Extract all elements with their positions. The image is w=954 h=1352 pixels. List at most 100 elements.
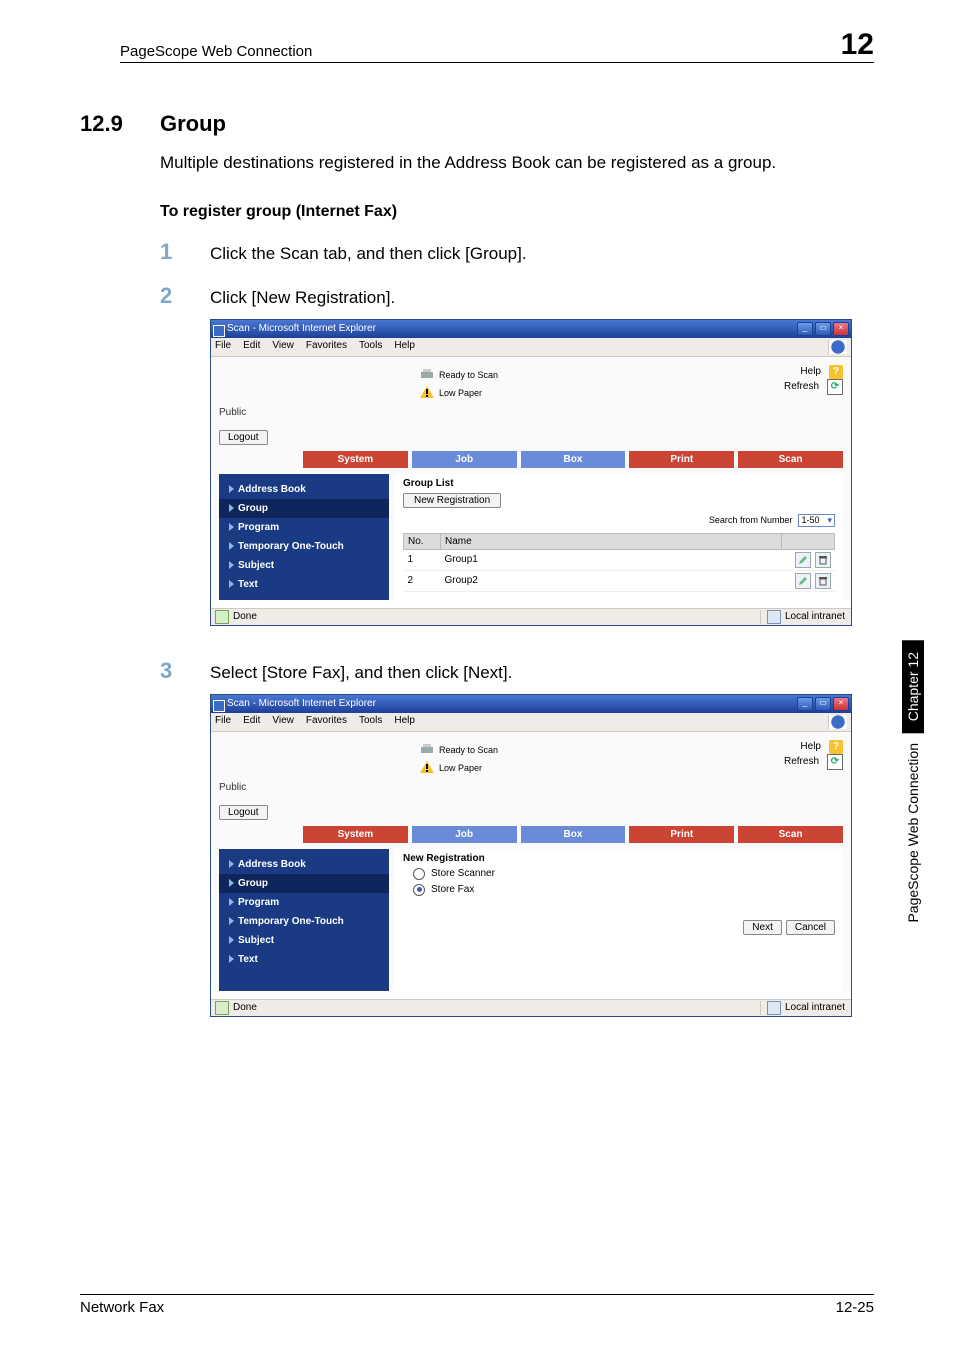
search-range-value: 1-50 [801,515,819,525]
sidebar-item-program[interactable]: Program [219,518,389,537]
ie-window-new-registration: Scan - Microsoft Internet Explorer _ ▭ ×… [210,694,852,1017]
tab-job[interactable]: Job [412,451,517,468]
minimize-button[interactable]: _ [797,697,813,711]
menu-edit[interactable]: Edit [243,715,260,729]
refresh-icon[interactable]: ⟳ [827,379,843,395]
low-paper-icon [419,385,435,401]
logout-button[interactable]: Logout [219,430,268,445]
status-done: Done [233,1002,760,1013]
zone-icon [767,1001,781,1015]
menu-view[interactable]: View [272,340,294,354]
mode-label: Public [219,407,246,418]
sidebar-item-subject[interactable]: Subject [219,931,389,950]
delete-icon[interactable] [815,573,831,589]
tab-job[interactable]: Job [412,826,517,843]
search-range-select[interactable]: 1-50 ▾ [798,514,835,527]
triangle-icon [229,936,234,944]
menu-tools[interactable]: Tools [359,340,382,354]
menu-help[interactable]: Help [394,340,415,354]
minimize-button[interactable]: _ [797,322,813,336]
cell-no: 2 [404,570,441,591]
sidebar-item-text[interactable]: Text [219,575,389,594]
status-zone: Local intranet [785,611,845,622]
printer-icon [419,742,435,758]
maximize-button[interactable]: ▭ [815,697,831,711]
tab-system[interactable]: System [303,826,408,843]
status-ready: Ready to Scan [439,370,498,380]
triangle-icon [229,917,234,925]
option-store-scanner[interactable]: Store Scanner [413,868,835,880]
cancel-button[interactable]: Cancel [786,920,835,935]
menu-favorites[interactable]: Favorites [306,340,347,354]
running-header: PageScope Web Connection [120,43,841,60]
close-button[interactable]: × [833,322,849,336]
close-button[interactable]: × [833,697,849,711]
sidebar-item-temporary-one-touch[interactable]: Temporary One-Touch [219,912,389,931]
group-table: No. Name 1 Group1 [403,533,835,592]
refresh-link[interactable]: Refresh [784,755,819,769]
help-link[interactable]: Help [800,740,821,754]
side-text: PageScope Web Connection [902,733,924,933]
sidebar-item-subject[interactable]: Subject [219,556,389,575]
refresh-link[interactable]: Refresh [784,380,819,394]
tab-system[interactable]: System [303,451,408,468]
col-name: Name [441,533,782,549]
sidebar-item-group[interactable]: Group [219,499,389,518]
sidebar-label-text: Text [238,954,258,965]
status-low-paper: Low Paper [439,388,482,398]
menu-file[interactable]: File [215,340,231,354]
help-link[interactable]: Help [800,365,821,379]
side-tab: Chapter 12 PageScope Web Connection [902,640,926,1200]
next-button[interactable]: Next [743,920,782,935]
triangle-icon [229,561,234,569]
page-status-icon [215,610,229,624]
table-row: 1 Group1 [404,549,835,570]
sidebar: Address Book Group Program Temporary One… [219,849,389,991]
triangle-icon [229,898,234,906]
menu-bar[interactable]: File Edit View Favorites Tools Help [211,713,851,732]
delete-icon[interactable] [815,552,831,568]
new-registration-panel: New Registration Store Scanner Store Fax… [395,849,843,991]
sidebar-item-text[interactable]: Text [219,950,389,969]
panel-title: Group List [403,478,835,489]
step-1-text: Click the Scan tab, and then click [Grou… [210,244,527,264]
new-registration-button[interactable]: New Registration [403,493,501,508]
help-icon[interactable]: ? [829,740,843,754]
maximize-button[interactable]: ▭ [815,322,831,336]
radio-icon [413,884,425,896]
option-store-fax[interactable]: Store Fax [413,884,835,896]
triangle-icon [229,485,234,493]
status-low-paper: Low Paper [439,763,482,773]
sidebar-item-address-book[interactable]: Address Book [219,855,389,874]
sidebar-item-temporary-one-touch[interactable]: Temporary One-Touch [219,537,389,556]
menu-tools[interactable]: Tools [359,715,382,729]
menu-bar[interactable]: File Edit View Favorites Tools Help [211,338,851,357]
cell-name: Group1 [441,549,782,570]
status-ready: Ready to Scan [439,745,498,755]
tab-print[interactable]: Print [629,826,734,843]
tab-box[interactable]: Box [521,826,626,843]
help-icon[interactable]: ? [829,365,843,379]
sidebar-item-program[interactable]: Program [219,893,389,912]
edit-icon[interactable] [795,552,811,568]
tab-print[interactable]: Print [629,451,734,468]
window-title: Scan - Microsoft Internet Explorer [213,323,797,334]
option-store-scanner-label: Store Scanner [431,868,495,879]
sidebar-item-group[interactable]: Group [219,874,389,893]
menu-favorites[interactable]: Favorites [306,715,347,729]
menu-file[interactable]: File [215,715,231,729]
tab-scan[interactable]: Scan [738,826,843,843]
tab-scan[interactable]: Scan [738,451,843,468]
col-no: No. [404,533,441,549]
logout-button[interactable]: Logout [219,805,268,820]
menu-help[interactable]: Help [394,715,415,729]
sidebar-item-address-book[interactable]: Address Book [219,480,389,499]
sidebar-label-program: Program [238,897,279,908]
menu-view[interactable]: View [272,715,294,729]
tab-box[interactable]: Box [521,451,626,468]
step-2-text: Click [New Registration]. [210,288,395,308]
ie-logo-icon [828,715,847,729]
refresh-icon[interactable]: ⟳ [827,754,843,770]
edit-icon[interactable] [795,573,811,589]
menu-edit[interactable]: Edit [243,340,260,354]
